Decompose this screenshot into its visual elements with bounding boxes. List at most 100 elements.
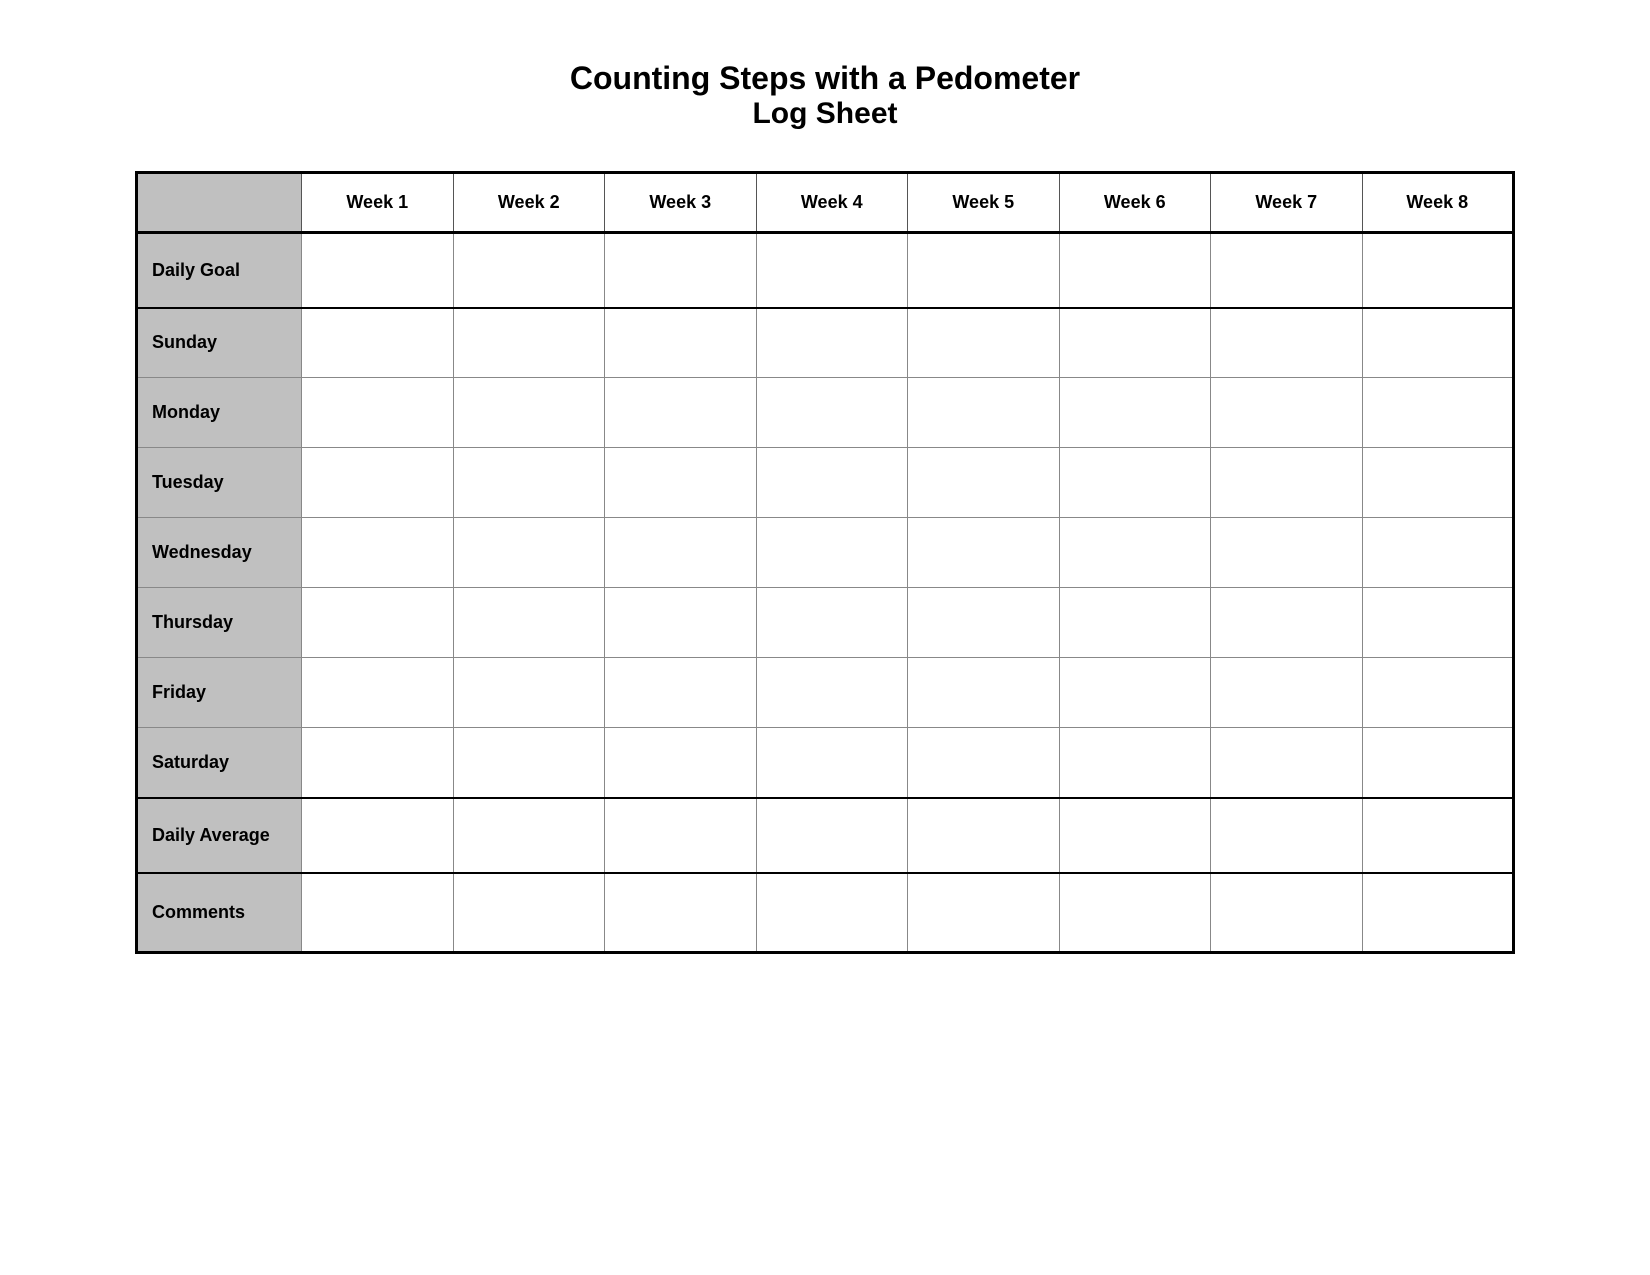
data-cell[interactable] [1059,233,1211,308]
data-cell[interactable] [605,728,757,798]
data-cell[interactable] [908,518,1060,588]
data-cell[interactable] [908,448,1060,518]
data-cell[interactable] [1211,233,1363,308]
data-cell[interactable] [908,588,1060,658]
data-cell[interactable] [1362,873,1514,953]
main-title: Counting Steps with a Pedometer [570,60,1080,97]
data-cell[interactable] [605,308,757,378]
data-cell[interactable] [1059,448,1211,518]
data-cell[interactable] [1362,798,1514,873]
data-cell[interactable] [1362,448,1514,518]
data-cell[interactable] [1362,233,1514,308]
row-label-friday: Friday [137,658,302,728]
data-cell[interactable] [1211,873,1363,953]
data-cell[interactable] [1059,308,1211,378]
data-cell[interactable] [453,658,605,728]
data-cell[interactable] [1211,798,1363,873]
data-cell[interactable] [756,233,908,308]
data-cell[interactable] [756,518,908,588]
row-label-sunday: Sunday [137,308,302,378]
row-label-wednesday: Wednesday [137,518,302,588]
data-cell[interactable] [605,658,757,728]
data-cell[interactable] [453,308,605,378]
data-cell[interactable] [453,448,605,518]
data-cell[interactable] [1362,378,1514,448]
data-cell[interactable] [1211,658,1363,728]
data-cell[interactable] [1211,728,1363,798]
table-row: Monday [137,378,1514,448]
data-cell[interactable] [302,308,454,378]
data-cell[interactable] [756,588,908,658]
data-cell[interactable] [1362,308,1514,378]
table-row: Comments [137,873,1514,953]
data-cell[interactable] [1059,873,1211,953]
header-week3: Week 3 [605,173,757,233]
data-cell[interactable] [1059,658,1211,728]
data-cell[interactable] [605,873,757,953]
data-cell[interactable] [302,588,454,658]
table-row: Daily Average [137,798,1514,873]
data-cell[interactable] [605,378,757,448]
data-cell[interactable] [453,378,605,448]
data-cell[interactable] [1211,308,1363,378]
header-week6: Week 6 [1059,173,1211,233]
data-cell[interactable] [302,798,454,873]
data-cell[interactable] [908,728,1060,798]
data-cell[interactable] [1059,798,1211,873]
data-cell[interactable] [605,233,757,308]
data-cell[interactable] [605,518,757,588]
data-cell[interactable] [908,308,1060,378]
table-row: Saturday [137,728,1514,798]
data-cell[interactable] [756,658,908,728]
data-cell[interactable] [756,378,908,448]
data-cell[interactable] [453,798,605,873]
data-cell[interactable] [908,233,1060,308]
data-cell[interactable] [756,448,908,518]
data-cell[interactable] [1059,518,1211,588]
table-row: Sunday [137,308,1514,378]
header-week7: Week 7 [1211,173,1363,233]
data-cell[interactable] [605,448,757,518]
data-cell[interactable] [1362,728,1514,798]
data-cell[interactable] [1362,588,1514,658]
data-cell[interactable] [756,798,908,873]
data-cell[interactable] [1059,588,1211,658]
data-cell[interactable] [453,873,605,953]
data-cell[interactable] [302,448,454,518]
data-cell[interactable] [756,873,908,953]
data-cell[interactable] [1059,378,1211,448]
header-week4: Week 4 [756,173,908,233]
header-week1: Week 1 [302,173,454,233]
data-cell[interactable] [453,518,605,588]
data-cell[interactable] [302,518,454,588]
data-cell[interactable] [302,658,454,728]
data-cell[interactable] [1211,588,1363,658]
header-row: Week 1 Week 2 Week 3 Week 4 Week 5 Week … [137,173,1514,233]
data-cell[interactable] [908,378,1060,448]
data-cell[interactable] [1211,518,1363,588]
data-cell[interactable] [908,798,1060,873]
data-cell[interactable] [453,728,605,798]
data-cell[interactable] [1362,658,1514,728]
row-label-saturday: Saturday [137,728,302,798]
table-row: Friday [137,658,1514,728]
data-cell[interactable] [453,233,605,308]
data-cell[interactable] [605,588,757,658]
data-cell[interactable] [756,728,908,798]
data-cell[interactable] [1211,448,1363,518]
data-cell[interactable] [756,308,908,378]
data-cell[interactable] [302,873,454,953]
header-week8: Week 8 [1362,173,1514,233]
header-week2: Week 2 [453,173,605,233]
data-cell[interactable] [302,728,454,798]
data-cell[interactable] [908,658,1060,728]
data-cell[interactable] [302,378,454,448]
data-cell[interactable] [453,588,605,658]
data-cell[interactable] [605,798,757,873]
data-cell[interactable] [302,233,454,308]
data-cell[interactable] [1362,518,1514,588]
data-cell[interactable] [1059,728,1211,798]
data-cell[interactable] [908,873,1060,953]
sub-title: Log Sheet [570,97,1080,131]
data-cell[interactable] [1211,378,1363,448]
